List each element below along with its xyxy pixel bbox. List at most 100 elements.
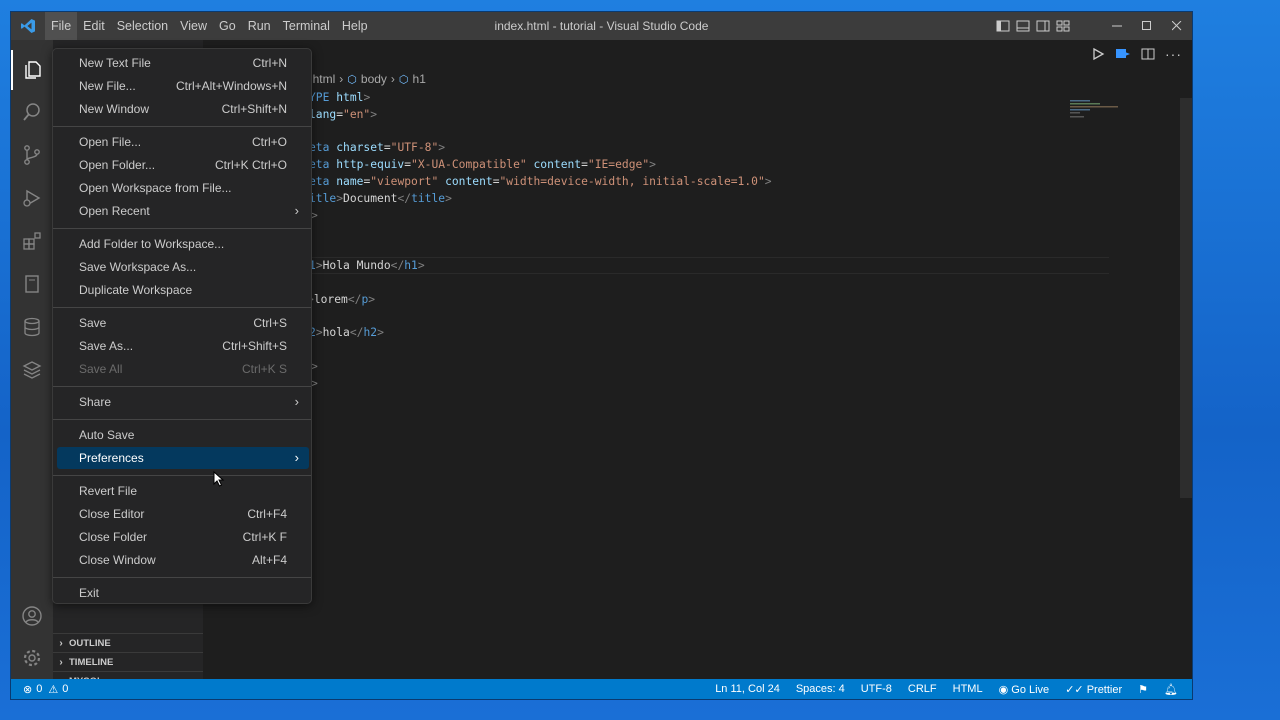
- menu-item-new-window[interactable]: New Window Ctrl+Shift+N: [57, 98, 309, 120]
- breadcrumb-html[interactable]: html: [313, 72, 336, 86]
- menu-item-open-workspace-from-file[interactable]: Open Workspace from File...: [57, 177, 309, 199]
- menu-item-revert-file[interactable]: Revert File: [57, 480, 309, 502]
- code-line[interactable]: 2>hola</h2>: [309, 324, 384, 341]
- menu-item-open-recent[interactable]: Open Recent ›: [57, 200, 309, 222]
- menu-item-auto-save[interactable]: Auto Save: [57, 424, 309, 446]
- explorer-icon[interactable]: [11, 50, 53, 90]
- menu-item-new-file[interactable]: New File... Ctrl+Alt+Windows+N: [57, 75, 309, 97]
- menu-item-close-editor[interactable]: Close Editor Ctrl+F4: [57, 503, 309, 525]
- feedback-icon[interactable]: ⚑: [1138, 683, 1148, 696]
- split-editor-icon[interactable]: [1141, 47, 1155, 61]
- error-count: 0: [36, 683, 43, 695]
- accounts-icon[interactable]: [11, 596, 53, 636]
- maximize-icon[interactable]: [1132, 12, 1162, 40]
- toggle-secondary-sidebar-icon[interactable]: [1036, 19, 1050, 33]
- source-control-icon[interactable]: [11, 135, 53, 175]
- menu-item-exit[interactable]: Exit: [57, 582, 309, 604]
- encoding[interactable]: UTF-8: [861, 683, 892, 695]
- menu-item-label: Duplicate Workspace: [79, 283, 193, 297]
- menu-terminal[interactable]: Terminal: [277, 12, 336, 40]
- menu-item-save-workspace-as[interactable]: Save Workspace As...: [57, 256, 309, 278]
- code-line[interactable]: eta name="viewport" content="width=devic…: [309, 173, 772, 190]
- editor-area[interactable]: ··· ⬡ html › ⬡ body › ⬡ h1 YPE html>lang…: [203, 40, 1192, 679]
- menu-item-label: New Window: [79, 102, 150, 116]
- menu-item-open-folder[interactable]: Open Folder... Ctrl+K Ctrl+O: [57, 154, 309, 176]
- toggle-panel-icon[interactable]: [1016, 19, 1030, 33]
- menu-item-share[interactable]: Share ›: [57, 391, 309, 413]
- chevron-right-icon: ›: [294, 450, 299, 465]
- language-mode[interactable]: HTML: [953, 683, 983, 695]
- menu-item-close-window[interactable]: Close Window Alt+F4: [57, 549, 309, 571]
- menu-separator: [53, 419, 311, 420]
- problems-indicator[interactable]: ⊗ 0 ⚠ 0: [11, 683, 68, 696]
- code-line[interactable]: eta http-equiv = "X-UA-Compatible" content…: [309, 156, 656, 173]
- menu-item-open-file[interactable]: Open File... Ctrl+O: [57, 131, 309, 153]
- menu-go[interactable]: Go: [213, 12, 242, 40]
- timeline-label: TIMELINE: [69, 656, 114, 668]
- menu-item-save-as[interactable]: Save As... Ctrl+Shift+S: [57, 335, 309, 357]
- code-token: >: [445, 191, 452, 205]
- editor-actions: ···: [1091, 46, 1182, 62]
- breadcrumb-body[interactable]: body: [361, 72, 387, 86]
- menu-edit[interactable]: Edit: [77, 12, 111, 40]
- breadcrumb: ⬡ html › ⬡ body › ⬡ h1: [299, 72, 426, 86]
- menu-item-preferences[interactable]: Preferences ›: [57, 447, 309, 469]
- database-icon[interactable]: [11, 307, 53, 347]
- outline-section[interactable]: › OUTLINE: [53, 633, 203, 652]
- end-of-line[interactable]: CRLF: [908, 683, 937, 695]
- error-icon: ⊗: [23, 683, 33, 696]
- menu-view[interactable]: View: [174, 12, 213, 40]
- menu-separator: [53, 475, 311, 476]
- run-debug-icon[interactable]: [11, 178, 53, 218]
- code-line[interactable]: 1>Hola Mundo</h1>: [309, 257, 425, 274]
- menu-help[interactable]: Help: [336, 12, 374, 40]
- menu-item-duplicate-workspace[interactable]: Duplicate Workspace: [57, 279, 309, 301]
- menu-run[interactable]: Run: [242, 12, 277, 40]
- menu-item-label: Save All: [79, 362, 123, 376]
- settings-gear-icon[interactable]: [11, 638, 53, 678]
- go-live-button[interactable]: ◉ Go Live: [999, 683, 1050, 696]
- menu-selection[interactable]: Selection: [111, 12, 174, 40]
- code-line[interactable]: itle>Document</title>: [309, 190, 452, 207]
- run-icon[interactable]: [1091, 47, 1105, 61]
- search-icon[interactable]: [11, 92, 53, 132]
- more-actions-icon[interactable]: ···: [1165, 46, 1182, 62]
- code-line[interactable]: YPE html>: [309, 89, 370, 106]
- code-line[interactable]: eta charset="UTF-8">: [309, 139, 445, 156]
- code-line[interactable]: >: [311, 375, 318, 392]
- extensions-icon[interactable]: [11, 221, 53, 261]
- code-token: "width=device-width, initial-scale=1.0": [499, 175, 765, 188]
- layout-controls: [996, 12, 1070, 40]
- code-token: "viewport": [370, 175, 439, 188]
- timeline-section[interactable]: › TIMELINE: [53, 652, 203, 671]
- layers-icon[interactable]: [11, 350, 53, 390]
- vertical-scrollbar[interactable]: [1180, 98, 1192, 498]
- menu-item-close-folder[interactable]: Close Folder Ctrl+K F: [57, 526, 309, 548]
- menu-item-add-folder-to-workspace[interactable]: Add Folder to Workspace...: [57, 233, 309, 255]
- code-line[interactable]: >lorem</p>: [307, 291, 375, 308]
- menu-file[interactable]: File: [45, 12, 78, 40]
- close-icon[interactable]: [1162, 12, 1192, 40]
- menu-item-save-all: Save All Ctrl+K S: [57, 358, 309, 380]
- notebook-icon[interactable]: [11, 264, 53, 304]
- code-line[interactable]: >: [311, 207, 318, 224]
- menu-item-shortcut: Ctrl+N: [252, 56, 287, 70]
- minimap[interactable]: [1070, 98, 1120, 122]
- notifications-bell-icon[interactable]: 🔔︎: [1164, 683, 1178, 696]
- cursor-position[interactable]: Ln 11, Col 24: [715, 683, 780, 695]
- code-line[interactable]: lang="en">: [309, 106, 377, 123]
- prettier-button[interactable]: ✓✓ Prettier: [1065, 683, 1122, 696]
- mouse-pointer-icon: [213, 471, 225, 487]
- menu-item-new-text-file[interactable]: New Text File Ctrl+N: [57, 52, 309, 74]
- breadcrumb-h1[interactable]: h1: [413, 72, 426, 86]
- minimize-icon[interactable]: [1102, 12, 1132, 40]
- code-token: >: [764, 175, 772, 188]
- toggle-primary-sidebar-icon[interactable]: [996, 19, 1010, 33]
- chevron-right-icon: ›: [59, 637, 63, 649]
- code-line[interactable]: >: [311, 358, 318, 375]
- menu-item-save[interactable]: Save Ctrl+S: [57, 312, 309, 334]
- customize-layout-icon[interactable]: [1056, 19, 1070, 33]
- status-bar: ⊗ 0 ⚠ 0 Ln 11, Col 24 Spaces: 4 UTF-8 CR…: [11, 679, 1192, 699]
- go-live-preview-icon[interactable]: [1115, 47, 1131, 61]
- indentation[interactable]: Spaces: 4: [796, 683, 845, 695]
